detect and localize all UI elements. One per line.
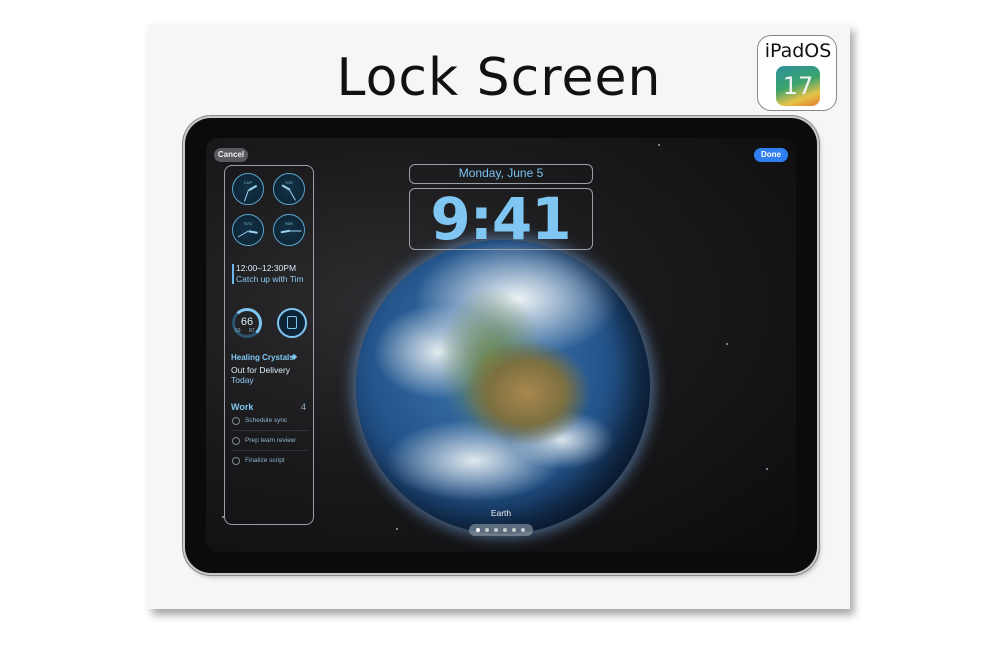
clock-hour-hand (248, 230, 258, 234)
world-clock-widget[interactable]: TOK (273, 173, 305, 205)
checkbox-circle-icon[interactable] (232, 437, 240, 445)
lock-screen: Cancel Done Monday, June 5 9:41 CUP TOK … (206, 138, 796, 552)
star (766, 468, 768, 470)
star (658, 144, 660, 146)
package-eta: Today (231, 375, 254, 385)
badge-label: iPadOS (764, 40, 832, 62)
page-dot[interactable] (503, 528, 507, 532)
reminder-item[interactable]: Schedule sync (231, 413, 309, 431)
wallpaper-name: Earth (490, 508, 512, 518)
clock-minute-hand (289, 189, 296, 201)
reminder-label: Schedule sync (245, 417, 288, 424)
widget-sidebar[interactable]: CUP TOK SYD PAR 12:00–12:30PM Catch up w… (224, 165, 314, 525)
clock-city-label: SYD (243, 221, 253, 226)
page-dot[interactable] (512, 528, 516, 532)
reminder-label: Prep team review (245, 437, 296, 444)
clock-minute-hand (243, 189, 249, 202)
calendar-event-time: 12:00–12:30PM (236, 263, 297, 273)
page-dot[interactable] (476, 528, 480, 532)
star (726, 343, 728, 345)
battery-widget[interactable] (277, 308, 307, 338)
reminders-count: 4 (301, 402, 307, 412)
checkbox-circle-icon[interactable] (232, 457, 240, 465)
reminder-item[interactable]: Prep team review (231, 433, 309, 451)
clock-minute-hand (237, 230, 249, 238)
ipados-badge: iPadOS 17 (757, 35, 837, 111)
world-clock-widget[interactable]: CUP (232, 173, 264, 205)
page-indicator[interactable] (469, 524, 533, 536)
clock-city-label: TOK (284, 180, 294, 185)
page-dot[interactable] (521, 528, 525, 532)
package-title: Healing Crystals (231, 353, 294, 362)
clock-hour-hand (248, 184, 257, 191)
gauge-value: 66 (240, 316, 254, 328)
clock-city-label: CUP (243, 180, 253, 185)
page-dot[interactable] (485, 528, 489, 532)
clock-hour-hand (280, 230, 290, 234)
clock-minute-hand (289, 230, 302, 232)
ipad-icon (287, 316, 297, 329)
page-dot[interactable] (494, 528, 498, 532)
done-button[interactable]: Done (754, 148, 788, 162)
time-widget[interactable]: 9:41 (409, 185, 593, 253)
package-status: Out for Delivery (231, 365, 291, 375)
ipados-17-icon: 17 (776, 66, 820, 106)
badge-number: 17 (782, 72, 814, 100)
checkbox-circle-icon[interactable] (232, 417, 240, 425)
world-clock-widget[interactable]: SYD (232, 214, 264, 246)
calendar-event-title: Catch up with Tim (236, 274, 304, 284)
calendar-event-bar (232, 264, 234, 284)
time-display: 9:41 (430, 185, 571, 253)
gauge-low: 59 (235, 328, 241, 334)
cancel-button[interactable]: Cancel (214, 148, 248, 162)
earth-wallpaper (356, 240, 650, 534)
reminder-item[interactable]: Finalize script (231, 453, 309, 471)
date-widget[interactable]: Monday, June 5 (409, 164, 593, 184)
reminders-list-title: Work (231, 402, 254, 412)
slide-title: Lock Screen (336, 48, 662, 108)
gauge-high: 87 (249, 328, 255, 334)
gem-icon: ◆ (291, 352, 298, 361)
reminder-label: Finalize script (245, 457, 285, 464)
clock-city-label: PAR (285, 221, 293, 226)
star (396, 528, 398, 530)
world-clock-widget[interactable]: PAR (273, 214, 305, 246)
